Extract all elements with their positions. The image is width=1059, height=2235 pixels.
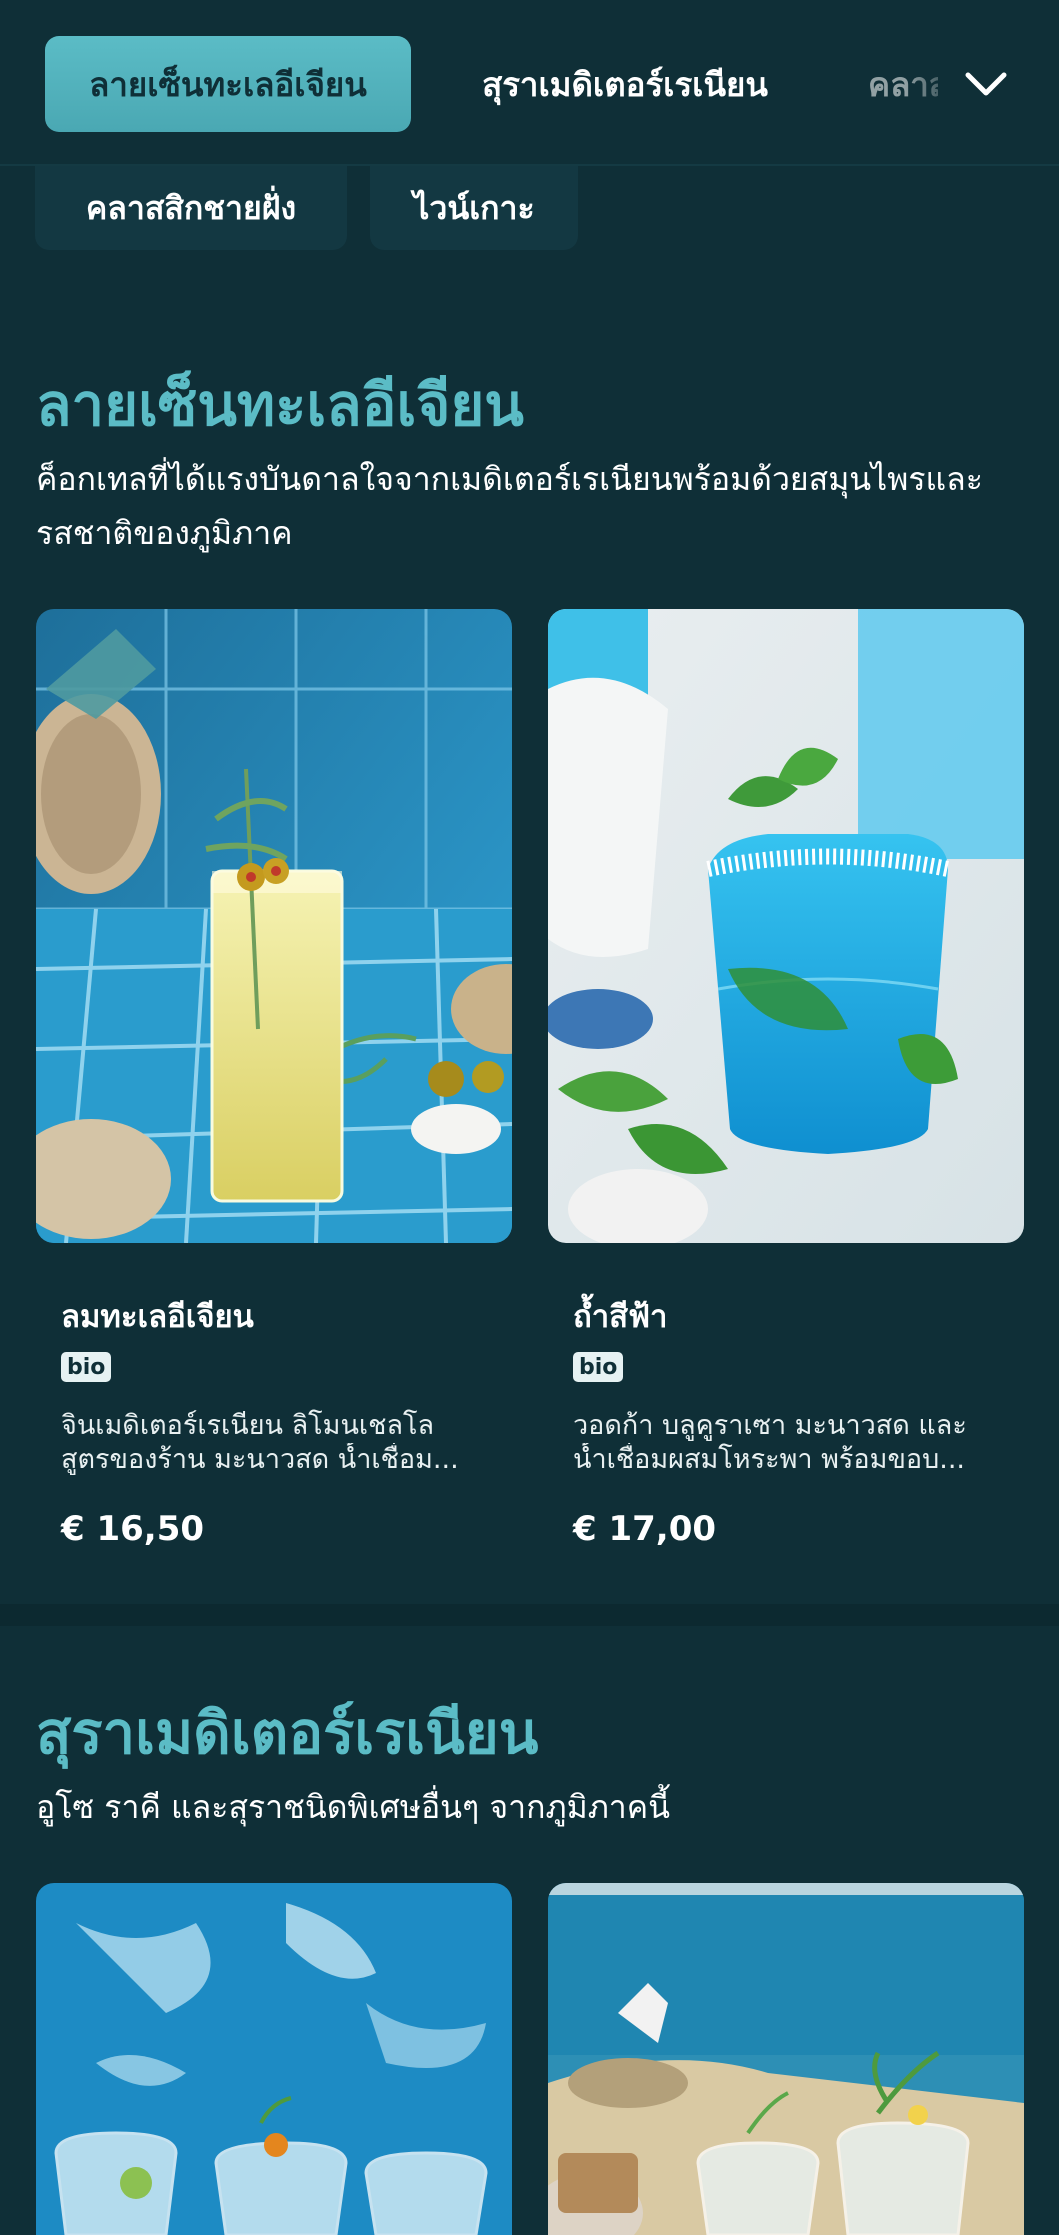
section-title: สุราเมดิเตอร์เรเนียน [36, 1699, 539, 1767]
chip-island-wines[interactable]: ไวน์เกาะ [370, 166, 578, 250]
menu-item-card[interactable]: ถ้ำสีฟ้า bio วอดก้า บลูคูราเซา มะนาวสด แ… [548, 609, 1024, 1569]
category-nav: ลายเซ็นทะเลอีเจียน สุราเมดิเตอร์เรเนียน … [0, 0, 1059, 166]
item-name: ลมทะเลอีเจียน [61, 1299, 254, 1335]
item-description: วอดก้า บลูคูราเซา มะนาวสด และ น้ำเชื่อมผ… [573, 1410, 967, 1475]
drink-photo [36, 609, 512, 1243]
bio-badge: bio [61, 1352, 112, 1382]
tab-aegean-signatures[interactable]: ลายเซ็นทะเลอีเจียน [45, 36, 411, 132]
bio-badge: bio [573, 1352, 624, 1382]
section-divider [0, 1604, 1059, 1626]
drink-photo [548, 1883, 1024, 2235]
chip-coastal-classics[interactable]: คลาสสิกชายฝั่ง [35, 166, 347, 250]
section-title: ลายเซ็นทะเลอีเจียน [36, 371, 524, 439]
item-description: จินเมดิเตอร์เรเนียน ลิโมนเชลโล สูตรของร้… [61, 1410, 459, 1475]
item-price: € 16,50 [61, 1509, 205, 1549]
item-price: € 17,00 [573, 1509, 717, 1549]
section-description: ค็อกเทลที่ได้แรงบันดาลใจจากเมดิเตอร์เรเน… [36, 460, 983, 552]
section-description: อูโซ ราคี และสุราชนิดพิเศษอื่นๆ จากภูมิภ… [36, 1788, 671, 1826]
tab-mediterranean-spirits[interactable]: สุราเมดิเตอร์เรเนียน [460, 36, 790, 132]
menu-item-card[interactable]: ลมทะเลอีเจียน bio จินเมดิเตอร์เรเนียน ลิ… [36, 609, 512, 1569]
drink-photo [36, 1883, 512, 2235]
menu-item-card[interactable] [548, 1883, 1024, 2235]
chevron-down-icon[interactable] [960, 58, 1012, 110]
drink-photo [548, 609, 1024, 1243]
tab-overflow-fade [905, 36, 965, 132]
menu-item-card[interactable] [36, 1883, 512, 2235]
item-name: ถ้ำสีฟ้า [573, 1299, 668, 1335]
